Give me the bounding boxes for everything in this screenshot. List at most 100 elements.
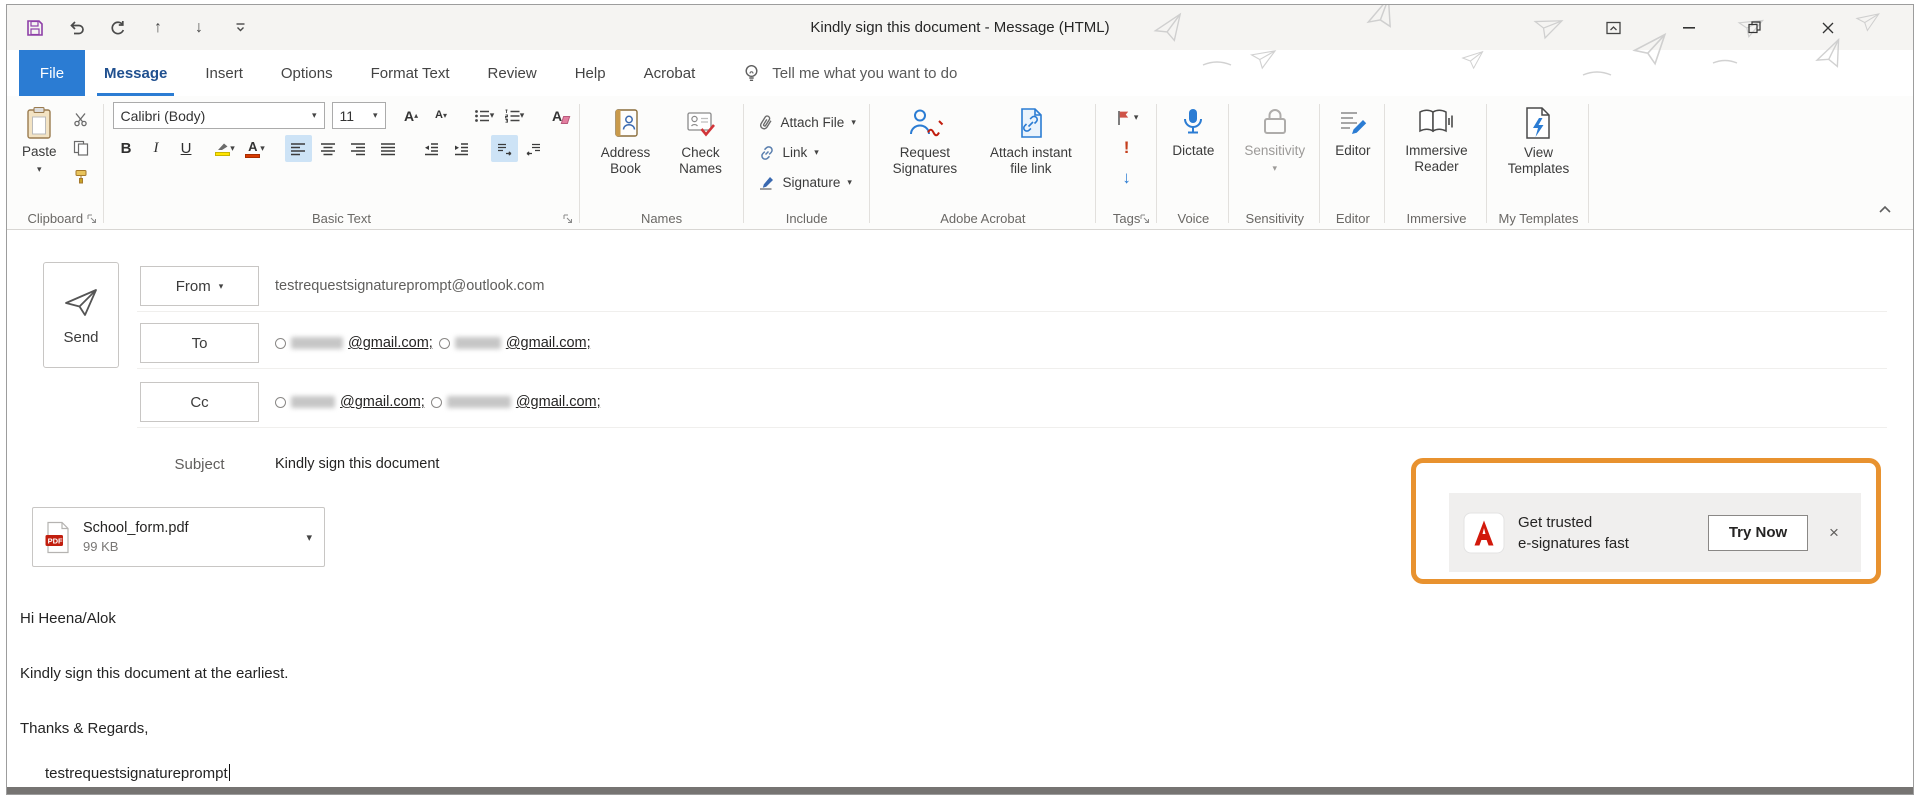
arrow-down-icon: ↓ — [195, 19, 203, 37]
attach-file-button[interactable]: Attach File ▾ — [753, 109, 861, 137]
try-now-button[interactable]: Try Now — [1708, 515, 1808, 551]
to-button[interactable]: To — [140, 323, 259, 363]
tell-me-box[interactable]: Tell me what you want to do — [742, 50, 957, 96]
increase-indent-button[interactable] — [448, 135, 475, 162]
subject-field[interactable]: Kindly sign this document — [275, 446, 439, 482]
save-button[interactable] — [23, 15, 47, 41]
move-down-button[interactable]: ↓ — [187, 15, 211, 41]
chevron-down-icon[interactable]: ▾ — [306, 531, 312, 544]
restore-button[interactable] — [1734, 5, 1774, 50]
italic-button[interactable]: I — [143, 135, 170, 162]
sensitivity-icon — [1259, 106, 1291, 138]
align-left-button[interactable] — [285, 135, 312, 162]
tab-help[interactable]: Help — [556, 50, 625, 96]
send-button[interactable]: Send — [43, 262, 119, 368]
underline-button[interactable]: U — [173, 135, 200, 162]
cc-field[interactable]: @gmail.com; @gmail.com; — [275, 382, 601, 422]
highlight-color-button[interactable]: ▾ — [212, 135, 239, 162]
tab-message[interactable]: Message — [85, 50, 186, 96]
high-importance-button[interactable]: ! — [1124, 134, 1130, 160]
clipboard-dialog-launcher[interactable] — [87, 214, 97, 224]
collapse-ribbon-button[interactable] — [1873, 199, 1897, 219]
presence-icon — [439, 338, 450, 349]
body-greeting[interactable]: Hi Heena/Alok — [20, 610, 116, 627]
right-to-left-button[interactable] — [521, 135, 548, 162]
editor-button[interactable]: Editor — [1329, 102, 1376, 163]
body-line[interactable]: Kindly sign this document at the earlies… — [20, 665, 288, 682]
numbering-button[interactable]: ▾ — [501, 102, 528, 129]
align-center-button[interactable] — [315, 135, 342, 162]
pdf-file-icon: PDF — [45, 521, 71, 554]
tab-insert[interactable]: Insert — [186, 50, 262, 96]
justify-button[interactable] — [375, 135, 402, 162]
to-field[interactable]: @gmail.com; @gmail.com; — [275, 323, 591, 363]
from-button[interactable]: From ▾ — [140, 266, 259, 306]
basic-text-dialog-launcher[interactable] — [563, 214, 573, 224]
redacted-name — [455, 337, 501, 349]
shrink-font-icon: ▾ — [443, 112, 447, 120]
address-book-label: Address Book — [595, 145, 657, 176]
grow-font-button[interactable]: A▴ — [398, 102, 425, 129]
address-book-button[interactable]: Address Book — [589, 102, 663, 180]
request-signatures-button[interactable]: Request Signatures — [879, 102, 971, 180]
close-icon — [1822, 22, 1834, 34]
customize-qat-button[interactable] — [228, 15, 252, 41]
close-button[interactable] — [1808, 5, 1848, 50]
minimize-button[interactable] — [1669, 5, 1709, 50]
ribbon-display-options-button[interactable] — [1593, 5, 1633, 50]
link-button[interactable]: Link ▾ — [753, 139, 861, 167]
window-bottom-edge — [7, 787, 1913, 794]
font-color-button[interactable]: A ▾ — [242, 135, 269, 162]
recipient-address: @gmail.com; — [506, 335, 591, 351]
copy-button[interactable] — [67, 135, 95, 161]
view-templates-button[interactable]: View Templates — [1496, 102, 1580, 180]
font-name-value: Calibri (Body) — [121, 108, 206, 124]
move-up-button[interactable]: ↑ — [146, 15, 170, 41]
recipient-chip[interactable]: @gmail.com; — [439, 335, 591, 351]
undo-button[interactable] — [64, 15, 88, 41]
attach-instant-file-link-button[interactable]: Attach instant file link — [975, 102, 1087, 180]
check-names-button[interactable]: Check Names — [667, 102, 735, 180]
immersive-reader-button[interactable]: Immersive Reader — [1394, 102, 1478, 178]
tab-acrobat[interactable]: Acrobat — [625, 50, 715, 96]
recipient-address: @gmail.com; — [340, 394, 425, 410]
low-importance-button[interactable]: ↓ — [1122, 164, 1131, 190]
window-controls — [1593, 5, 1848, 50]
cc-button[interactable]: Cc — [140, 382, 259, 422]
recipient-chip[interactable]: @gmail.com; — [275, 335, 433, 351]
follow-up-flag-button[interactable]: ▾ — [1115, 104, 1139, 130]
align-right-button[interactable] — [345, 135, 372, 162]
dictate-button[interactable]: Dictate — [1166, 102, 1220, 163]
tags-dialog-launcher[interactable] — [1140, 214, 1150, 224]
redo-button[interactable] — [105, 15, 129, 41]
flag-icon — [1115, 109, 1130, 126]
group-label-basic-text: Basic Text — [104, 211, 580, 226]
bold-button[interactable]: B — [113, 135, 140, 162]
tab-review[interactable]: Review — [469, 50, 556, 96]
left-to-right-button[interactable] — [491, 135, 518, 162]
font-size-select[interactable]: 11 ▾ — [332, 102, 386, 129]
redacted-name — [291, 396, 335, 408]
decrease-indent-button[interactable] — [418, 135, 445, 162]
shrink-font-button[interactable]: A▾ — [428, 102, 455, 129]
font-name-select[interactable]: Calibri (Body) ▾ — [113, 102, 325, 129]
ribbon-group-basic-text: Calibri (Body) ▾ 11 ▾ A▴ A▾ ▾ — [104, 96, 580, 229]
bullets-button[interactable]: ▾ — [471, 102, 498, 129]
recipient-chip[interactable]: @gmail.com; — [275, 394, 425, 410]
signature-button[interactable]: Signature ▾ — [753, 169, 861, 197]
attachment-chip[interactable]: PDF School_form.pdf 99 KB ▾ — [32, 507, 325, 567]
paste-button[interactable]: Paste ▾ — [16, 102, 63, 190]
tab-format-text[interactable]: Format Text — [352, 50, 469, 96]
sensitivity-button[interactable]: Sensitivity ▾ — [1238, 102, 1311, 177]
compose-area: Send From ▾ testrequestsignatureprompt@o… — [7, 231, 1913, 787]
format-painter-button[interactable] — [67, 164, 95, 190]
tab-options[interactable]: Options — [262, 50, 352, 96]
recipient-chip[interactable]: @gmail.com; — [431, 394, 601, 410]
cut-button[interactable] — [67, 106, 95, 132]
chevron-down-icon: ▾ — [37, 165, 42, 174]
body-closing[interactable]: Thanks & Regards, — [20, 720, 148, 737]
tab-file[interactable]: File — [19, 50, 85, 96]
promo-close-button[interactable]: × — [1821, 520, 1847, 546]
clear-formatting-button[interactable]: A — [544, 102, 571, 129]
chevron-down-icon: ▾ — [306, 111, 317, 120]
